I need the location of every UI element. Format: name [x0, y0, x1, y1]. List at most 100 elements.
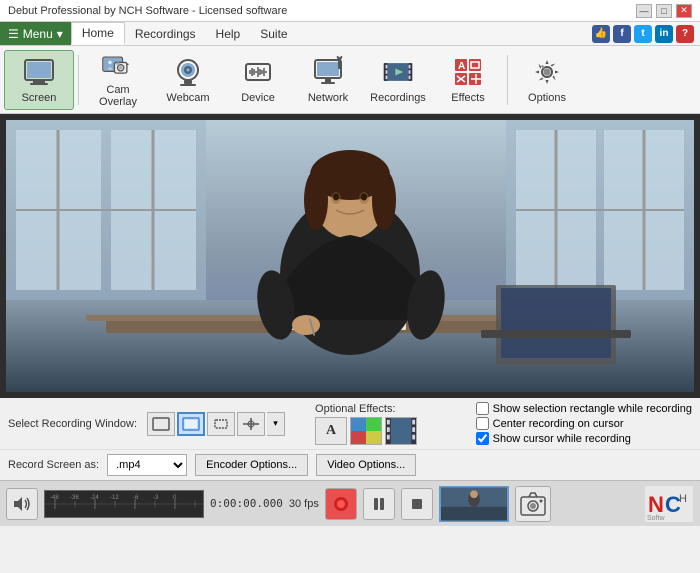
color-effect-btn[interactable]: [350, 417, 382, 445]
record-button[interactable]: [325, 488, 357, 520]
toolbar-options-label: Options: [528, 92, 566, 104]
show-selection-rectangle-checkbox[interactable]: [476, 402, 489, 415]
toolbar-network-label: Network: [308, 92, 348, 104]
menu-item-recordings[interactable]: Recordings: [125, 22, 206, 45]
toolbar-effects-label: Effects: [451, 92, 484, 104]
preview-thumbnail[interactable]: [439, 486, 509, 522]
waveform-area[interactable]: -48 -36 -24 -12 -6 -3 0: [44, 490, 204, 518]
toolbar-device[interactable]: Device: [223, 50, 293, 110]
toolbar-webcam[interactable]: Webcam: [153, 50, 223, 110]
time-display: 0:00:00.000: [210, 497, 283, 510]
center-recording-checkbox[interactable]: [476, 417, 489, 430]
checkbox-row-2: Center recording on cursor: [476, 417, 692, 430]
menu-button[interactable]: ☰ Menu ▾: [0, 22, 71, 45]
video-options-button[interactable]: Video Options...: [316, 454, 416, 476]
social-icons: 👍 f t in ?: [592, 25, 700, 43]
svg-text:-48: -48: [50, 495, 59, 501]
twitter-icon[interactable]: t: [634, 25, 652, 43]
toolbar-cam-overlay-label: Cam Overlay: [87, 84, 149, 108]
record-screen-label: Record Screen as:: [8, 459, 99, 471]
encoder-options-button[interactable]: Encoder Options...: [195, 454, 308, 476]
fps-display: 30 fps: [289, 498, 319, 510]
linkedin-icon[interactable]: in: [655, 25, 673, 43]
effects-buttons: A: [315, 417, 417, 445]
close-button[interactable]: ✕: [676, 4, 692, 18]
toolbar-webcam-label: Webcam: [166, 92, 209, 104]
minimize-button[interactable]: —: [636, 4, 652, 18]
text-effect-btn[interactable]: A: [315, 417, 347, 445]
cam-overlay-icon: [102, 52, 134, 80]
menu-item-home[interactable]: Home: [71, 22, 125, 45]
toolbar-screen[interactable]: Screen: [4, 50, 74, 110]
volume-button[interactable]: [6, 488, 38, 520]
film-icon: [382, 56, 414, 88]
show-cursor-checkbox[interactable]: [476, 432, 489, 445]
svg-text:A: A: [458, 61, 465, 72]
camera-screenshot-button[interactable]: [515, 486, 551, 522]
menu-label: Menu: [23, 27, 53, 41]
menu-arrow: ▾: [57, 27, 63, 41]
checkbox-row-1: Show selection rectangle while recording: [476, 402, 692, 415]
toolbar-cam-overlay[interactable]: Cam Overlay: [83, 50, 153, 110]
title-bar: Debut Professional by NCH Software - Lic…: [0, 0, 700, 22]
center-recording-label: Center recording on cursor: [493, 418, 624, 430]
video-preview: [6, 120, 694, 392]
toolbar: Screen Cam Overlay: [0, 46, 700, 114]
toolbar-effects[interactable]: A Effects: [433, 50, 503, 110]
checkboxes-section: Show selection rectangle while recording…: [476, 402, 692, 445]
pause-button[interactable]: [363, 488, 395, 520]
window-select-dropdown[interactable]: ▾: [267, 412, 285, 436]
webcam-icon: [172, 56, 204, 88]
window-select-btn[interactable]: [177, 412, 205, 436]
thumbsup-icon[interactable]: 👍: [592, 25, 610, 43]
toolbar-options[interactable]: Options: [512, 50, 582, 110]
full-screen-select-btn[interactable]: [147, 412, 175, 436]
checkbox-row-3: Show cursor while recording: [476, 432, 692, 445]
menu-item-suite[interactable]: Suite: [250, 22, 297, 45]
gear-icon: [531, 56, 563, 88]
effects-icon: A: [452, 56, 484, 88]
title-bar-controls: — □ ✕: [636, 4, 692, 18]
optional-effects-label: Optional Effects:: [315, 403, 417, 415]
toolbar-divider-2: [507, 55, 508, 105]
maximize-button[interactable]: □: [656, 4, 672, 18]
format-select[interactable]: .mp4: [107, 454, 187, 476]
toolbar-device-label: Device: [241, 92, 275, 104]
toolbar-network[interactable]: Network: [293, 50, 363, 110]
svg-text:-24: -24: [90, 495, 99, 501]
svg-text:-3: -3: [153, 495, 159, 501]
video-scene: [6, 120, 694, 392]
toolbar-recordings[interactable]: Recordings: [363, 50, 433, 110]
region-select-btn[interactable]: [207, 412, 235, 436]
svg-text:Softw: Softw: [647, 515, 665, 522]
crosshair-select-btn[interactable]: [237, 412, 265, 436]
toolbar-divider-1: [78, 55, 79, 105]
svg-text:-6: -6: [133, 495, 139, 501]
toolbar-recordings-label: Recordings: [370, 92, 426, 104]
select-recording-row: Select Recording Window: ▾: [0, 398, 700, 449]
menu-item-help[interactable]: Help: [206, 22, 251, 45]
svg-text:H: H: [679, 493, 687, 505]
monitor-icon: [23, 56, 55, 88]
svg-text:N: N: [648, 492, 664, 517]
window-title: Debut Professional by NCH Software - Lic…: [8, 5, 287, 17]
device-icon: [242, 56, 274, 88]
controls-area: Select Recording Window: ▾: [0, 398, 700, 480]
show-selection-rectangle-label: Show selection rectangle while recording: [493, 403, 692, 415]
menu-bar: ☰ Menu ▾ Home Recordings Help Suite 👍 f …: [0, 22, 700, 46]
show-cursor-label: Show cursor while recording: [493, 433, 631, 445]
main-content: [0, 114, 700, 398]
optional-effects-section: Optional Effects: A: [315, 403, 417, 445]
select-recording-label: Select Recording Window:: [8, 418, 137, 430]
stop-button[interactable]: [401, 488, 433, 520]
nch-logo: N C H Softw: [644, 485, 694, 523]
toolbar-screen-label: Screen: [22, 92, 57, 104]
menu-icon: ☰: [8, 27, 19, 41]
network-icon: [312, 56, 344, 88]
help-icon[interactable]: ?: [676, 25, 694, 43]
transport-bar: -48 -36 -24 -12 -6 -3 0 0:00:00.000 30 f…: [0, 480, 700, 526]
svg-text:-12: -12: [110, 495, 119, 501]
film-effect-btn[interactable]: [385, 417, 417, 445]
facebook-icon[interactable]: f: [613, 25, 631, 43]
record-screen-row: Record Screen as: .mp4 Encoder Options..…: [0, 449, 700, 480]
